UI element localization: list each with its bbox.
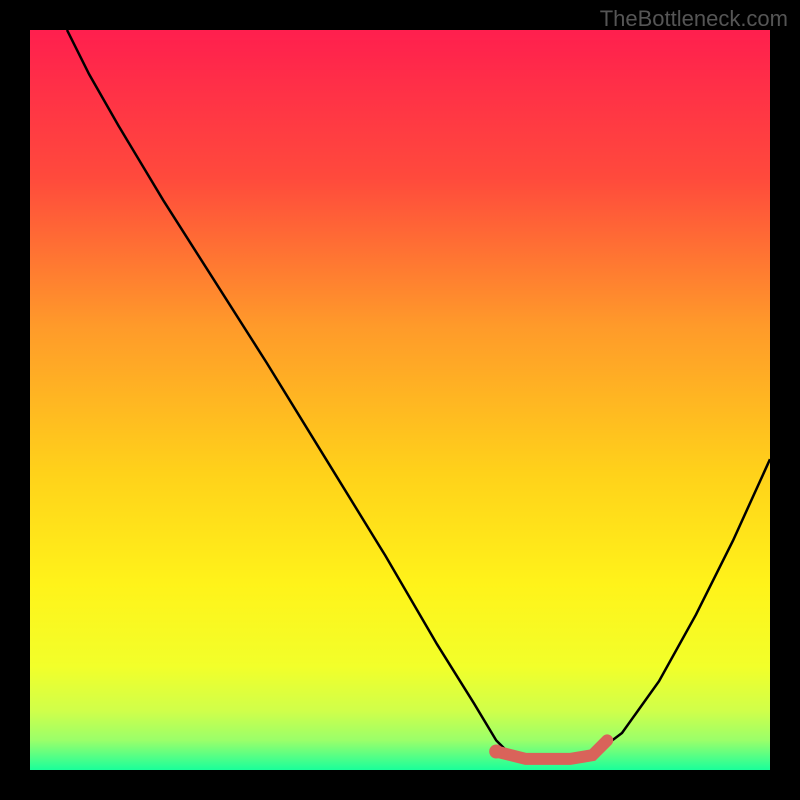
chart-svg <box>30 30 770 770</box>
plot-area <box>30 30 770 770</box>
watermark-text: TheBottleneck.com <box>600 6 788 32</box>
target-marker <box>489 745 503 759</box>
gradient-background <box>30 30 770 770</box>
